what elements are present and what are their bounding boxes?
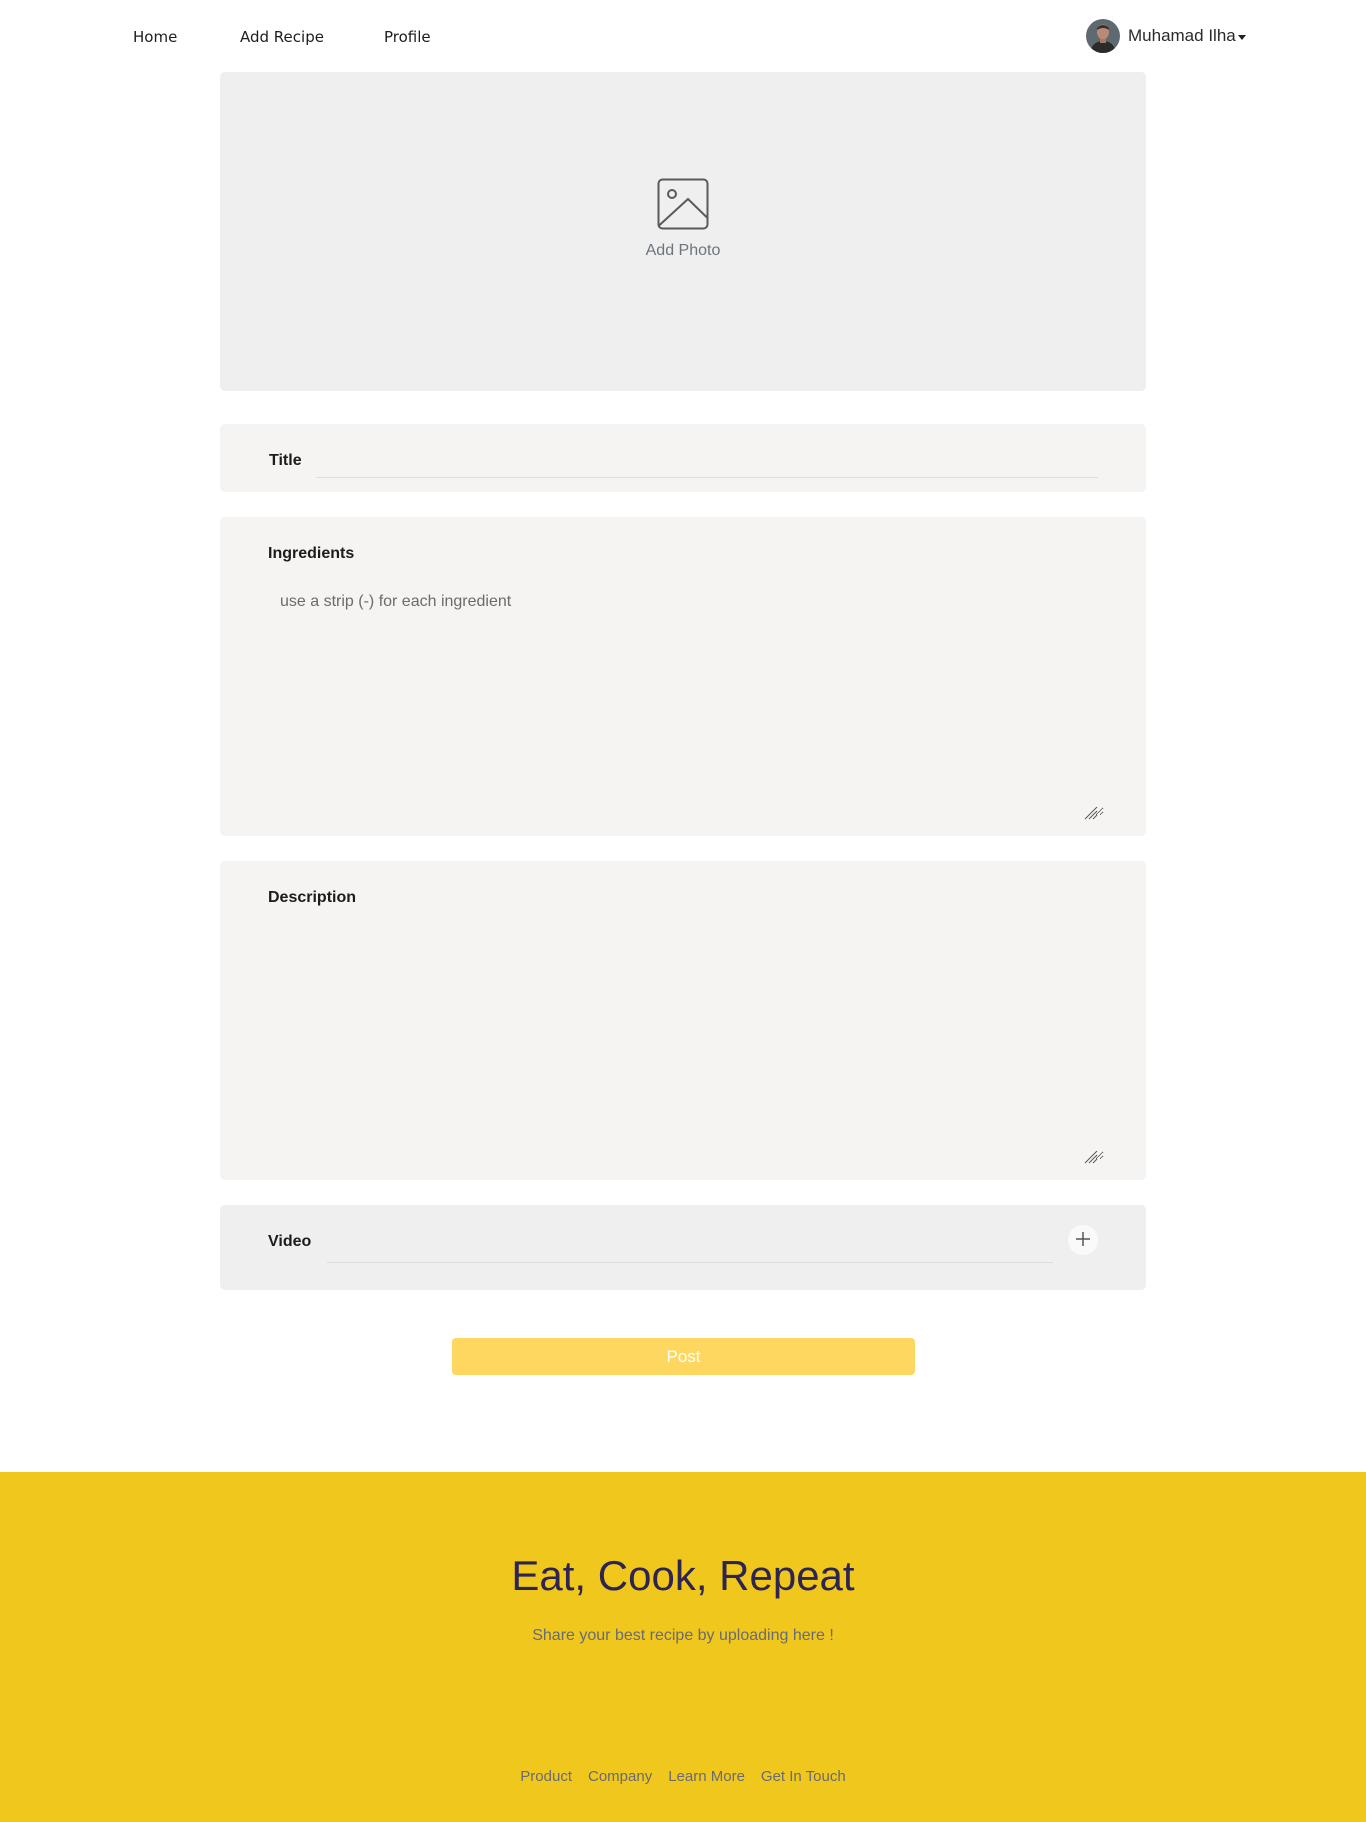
footer-links: Product Company Learn More Get In Touch: [0, 1768, 1366, 1785]
user-menu-dropdown[interactable]: Muhamad Ilha: [1086, 19, 1246, 53]
nav-add-recipe-link[interactable]: Add Recipe: [240, 27, 324, 47]
video-label: Video: [268, 1233, 312, 1250]
nav-profile-link[interactable]: Profile: [384, 27, 431, 47]
description-label: Description: [268, 889, 357, 906]
video-section: Video: [220, 1205, 1146, 1290]
title-section: Title: [220, 424, 1146, 492]
add-video-button[interactable]: [1068, 1225, 1098, 1255]
navbar: Home Add Recipe Profile Muhamad Ilha: [0, 0, 1366, 72]
resize-handle-icon[interactable]: [1084, 1150, 1098, 1164]
description-section: Description: [220, 861, 1146, 1180]
footer-link-learn-more[interactable]: Learn More: [668, 1768, 745, 1785]
footer-link-product[interactable]: Product: [520, 1768, 572, 1785]
footer-link-company[interactable]: Company: [588, 1768, 652, 1785]
video-input[interactable]: [327, 1229, 1053, 1263]
ingredients-textarea[interactable]: [268, 583, 1104, 816]
ingredients-section: Ingredients: [220, 517, 1146, 836]
ingredients-label: Ingredients: [268, 545, 355, 562]
image-icon: [657, 178, 709, 230]
title-label: Title: [269, 452, 302, 469]
plus-icon: [1076, 1231, 1090, 1249]
title-input[interactable]: [316, 446, 1098, 478]
resize-handle-icon[interactable]: [1084, 806, 1098, 820]
footer: Eat, Cook, Repeat Share your best recipe…: [0, 1472, 1366, 1822]
chevron-down-icon: [1237, 34, 1246, 40]
post-button[interactable]: Post: [452, 1338, 915, 1375]
avatar: [1086, 19, 1120, 53]
footer-link-get-in-touch[interactable]: Get In Touch: [761, 1768, 846, 1785]
footer-subtitle: Share your best recipe by uploading here…: [532, 1627, 834, 1644]
nav-home-link[interactable]: Home: [133, 27, 177, 47]
footer-title: Eat, Cook, Repeat: [511, 1552, 855, 1599]
add-photo-label: Add Photo: [645, 241, 721, 259]
user-name: Muhamad Ilha: [1128, 26, 1236, 45]
description-textarea[interactable]: [268, 927, 1104, 1160]
add-photo-dropzone[interactable]: Add Photo: [220, 72, 1146, 391]
